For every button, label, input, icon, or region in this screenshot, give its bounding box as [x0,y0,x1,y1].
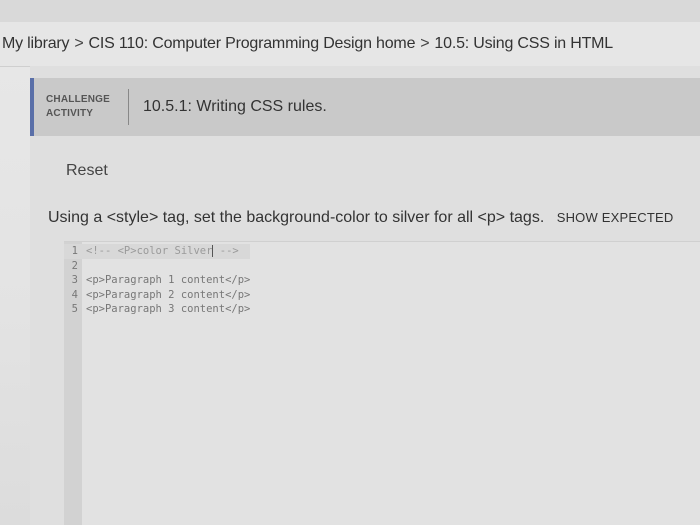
challenge-label-line1: CHALLENGE [46,94,111,105]
breadcrumb-my-library[interactable]: My library [2,35,70,53]
breadcrumb-separator: > [420,35,430,52]
line-text [82,259,86,274]
line-text: <p>Paragraph 2 content</p> [86,288,251,301]
accent-bar [30,78,34,136]
code-line[interactable]: 1 <!-- <P>color Silver --> [64,244,251,259]
breadcrumb-section[interactable]: 10.5: Using CSS in HTML [434,35,613,53]
reset-button[interactable]: Reset [66,162,108,180]
line-text: <!-- <P>color Silver --> [86,245,239,257]
prompt-text: Using a <style> tag, set the background-… [48,209,545,226]
header-divider [128,89,129,125]
challenge-label-line2: ACTIVITY [46,108,94,119]
line-text: <p>Paragraph 1 content</p> [86,274,251,286]
code-editor[interactable]: 1 <!-- <P>color Silver --> 2 3 <p>Paragr… [64,241,700,525]
code-line[interactable]: 2 [64,259,250,274]
page: My library > CIS 110: Computer Programmi… [0,0,700,525]
code-line[interactable]: 5 <p>Paragraph 3 content</p> [64,302,251,317]
show-expected-button[interactable]: SHOW EXPECTED [557,210,674,225]
challenge-activity-header: CHALLENGE ACTIVITY 10.5.1: Writing CSS r… [30,78,700,136]
activity-prompt: Using a <style> tag, set the background-… [48,209,673,227]
challenge-activity-label: CHALLENGE ACTIVITY [46,93,122,121]
activity-title: 10.5.1: Writing CSS rules. [143,98,327,115]
code-line[interactable]: 4 <p>Paragraph 2 content</p> [64,288,251,303]
breadcrumb: My library > CIS 110: Computer Programmi… [0,22,700,67]
breadcrumb-separator: > [74,35,84,52]
content-area: CHALLENGE ACTIVITY 10.5.1: Writing CSS r… [30,66,700,525]
code-lines: 1 <!-- <P>color Silver --> 2 3 <p>Paragr… [64,244,251,317]
line-number: 4 [71,288,78,301]
line-text: <p>Paragraph 3 content</p> [86,303,251,315]
browser-top-bar [0,0,700,23]
line-number: 1 [71,245,78,257]
line-number: 2 [71,259,78,272]
breadcrumb-course-home[interactable]: CIS 110: Computer Programming Design hom… [89,35,416,53]
line-number: 5 [71,303,78,315]
line-number: 3 [71,274,78,286]
code-line[interactable]: 3 <p>Paragraph 1 content</p> [64,273,251,288]
